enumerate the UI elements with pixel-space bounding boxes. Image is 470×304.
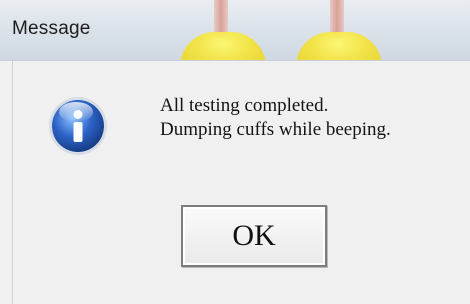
message-line-2: Dumping cuffs while beeping. (160, 119, 391, 140)
background-yellow-cap-1 (176, 0, 272, 60)
message-line-1: All testing completed. (160, 95, 329, 116)
title-bar[interactable]: Message (0, 0, 470, 60)
message-window: Message All testing completed. Dumping c… (0, 0, 470, 304)
background-cap-1 (180, 32, 266, 60)
background-yellow-cap-2 (292, 0, 388, 60)
message-text: All testing completed. Dumping cuffs whi… (160, 94, 391, 142)
dialog-left-border (12, 60, 13, 304)
background-cap-2 (296, 32, 382, 60)
info-icon (46, 94, 110, 158)
ok-button[interactable]: OK (181, 205, 327, 267)
window-title: Message (12, 18, 91, 39)
